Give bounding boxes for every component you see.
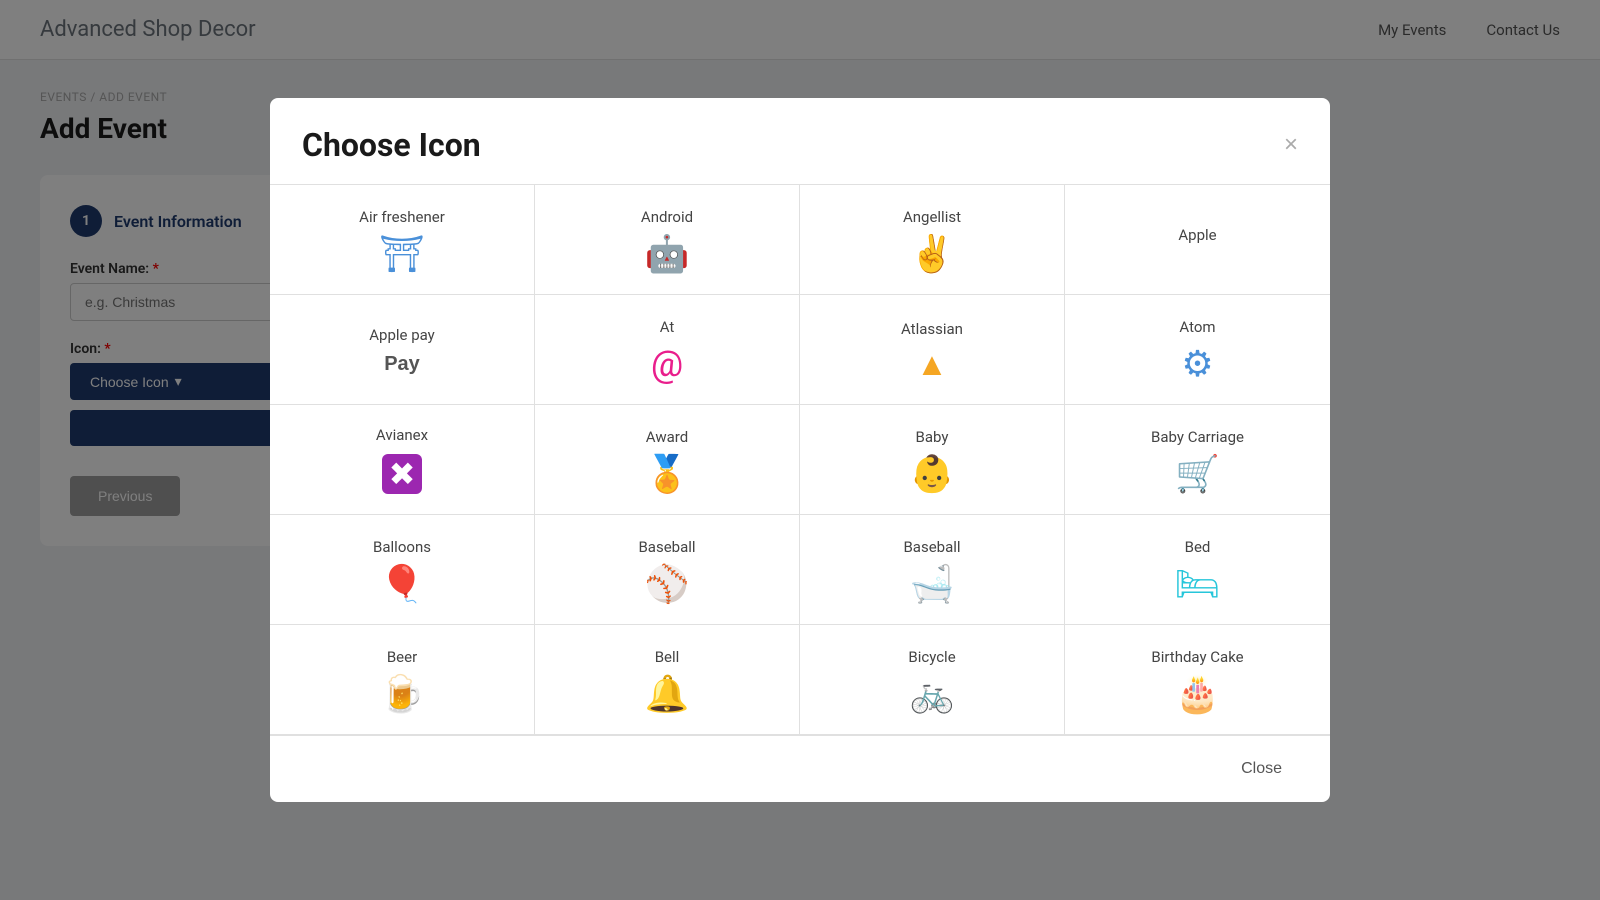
modal-title: Choose Icon	[302, 126, 481, 164]
icon-name: Beer	[387, 648, 417, 666]
icon-cell[interactable]: Baseball ⚾	[535, 515, 800, 625]
icon-name: Award	[646, 428, 688, 446]
icon-symbol: 🏅	[645, 456, 690, 492]
icon-cell[interactable]: Android 🤖	[535, 185, 800, 295]
icon-symbol: 🛁	[910, 566, 955, 602]
icon-symbol: ⚙	[1181, 346, 1213, 382]
icon-name: Avianex	[376, 426, 428, 444]
icon-name: Apple	[1178, 226, 1216, 244]
icon-name: Air freshener	[359, 208, 445, 226]
icon-symbol: 🛏	[1175, 566, 1221, 602]
icon-symbol: 🎈	[380, 566, 425, 602]
modal-overlay: Choose Icon × Air freshener ⛩ Android 🤖 Ange…	[0, 0, 1600, 900]
icon-name: Baseball	[638, 538, 695, 556]
icon-cell[interactable]: Air freshener ⛩	[270, 185, 535, 295]
icon-name: Bed	[1185, 538, 1211, 556]
icon-cell[interactable]: Avianex ✖	[270, 405, 535, 515]
modal-header: Choose Icon ×	[270, 98, 1330, 185]
icon-name: Bicycle	[908, 648, 955, 666]
icon-symbol: ⚾	[645, 566, 690, 602]
icon-name: Balloons	[373, 538, 431, 556]
icon-cell[interactable]: Atlassian ▲	[800, 295, 1065, 405]
icon-symbol: @	[651, 346, 683, 382]
icon-symbol: 🛒	[1175, 456, 1220, 492]
modal-body: Air freshener ⛩ Android 🤖 Angellist ✌ Apple App…	[270, 185, 1330, 735]
icon-symbol: 🔔	[645, 676, 690, 712]
icon-name: Android	[641, 208, 693, 226]
icon-symbol: Pay	[384, 354, 420, 374]
icon-name: Baby Carriage	[1151, 428, 1244, 446]
icon-symbol: 👶	[910, 456, 955, 492]
icon-name: Apple pay	[369, 326, 435, 344]
icon-cell[interactable]: Baby Carriage 🛒	[1065, 405, 1330, 515]
icon-symbol: ▲	[916, 348, 948, 380]
icon-symbol: 🚲	[910, 676, 955, 712]
icon-cell[interactable]: Bed 🛏	[1065, 515, 1330, 625]
icon-name: Baby	[916, 428, 949, 446]
icon-cell[interactable]: Bell 🔔	[535, 625, 800, 735]
modal-close-button[interactable]: ×	[1284, 133, 1298, 157]
icon-cell[interactable]: Angellist ✌	[800, 185, 1065, 295]
icon-cell[interactable]: Apple pay Pay	[270, 295, 535, 405]
icon-cell[interactable]: Bicycle 🚲	[800, 625, 1065, 735]
icon-name: Atom	[1179, 318, 1215, 336]
icon-name: At	[660, 318, 675, 336]
icon-cell[interactable]: Apple	[1065, 185, 1330, 295]
choose-icon-modal: Choose Icon × Air freshener ⛩ Android 🤖 Ange…	[270, 98, 1330, 802]
icon-name: Angellist	[903, 208, 961, 226]
icon-symbol: 🍺	[380, 676, 425, 712]
icon-symbol: ✖	[382, 454, 422, 494]
icon-cell[interactable]: Beer 🍺	[270, 625, 535, 735]
icon-name: Birthday Cake	[1151, 648, 1243, 666]
icon-cell[interactable]: Balloons 🎈	[270, 515, 535, 625]
modal-close-footer-button[interactable]: Close	[1225, 752, 1298, 786]
icon-name: Bell	[655, 648, 680, 666]
icon-cell[interactable]: Birthday Cake 🎂	[1065, 625, 1330, 735]
modal-footer: Close	[270, 735, 1330, 802]
icon-cell[interactable]: Baby 👶	[800, 405, 1065, 515]
icon-cell[interactable]: Atom ⚙	[1065, 295, 1330, 405]
icon-symbol: ✌	[910, 236, 955, 272]
icon-name: Atlassian	[901, 320, 963, 338]
icon-cell[interactable]: Award 🏅	[535, 405, 800, 515]
icon-symbol: 🤖	[645, 236, 690, 272]
icon-cell[interactable]: Baseball 🛁	[800, 515, 1065, 625]
icon-grid: Air freshener ⛩ Android 🤖 Angellist ✌ Apple App…	[270, 185, 1330, 735]
icon-symbol: ⛩	[379, 236, 425, 272]
icon-name: Baseball	[903, 538, 960, 556]
icon-cell[interactable]: At @	[535, 295, 800, 405]
icon-symbol: 🎂	[1175, 676, 1220, 712]
